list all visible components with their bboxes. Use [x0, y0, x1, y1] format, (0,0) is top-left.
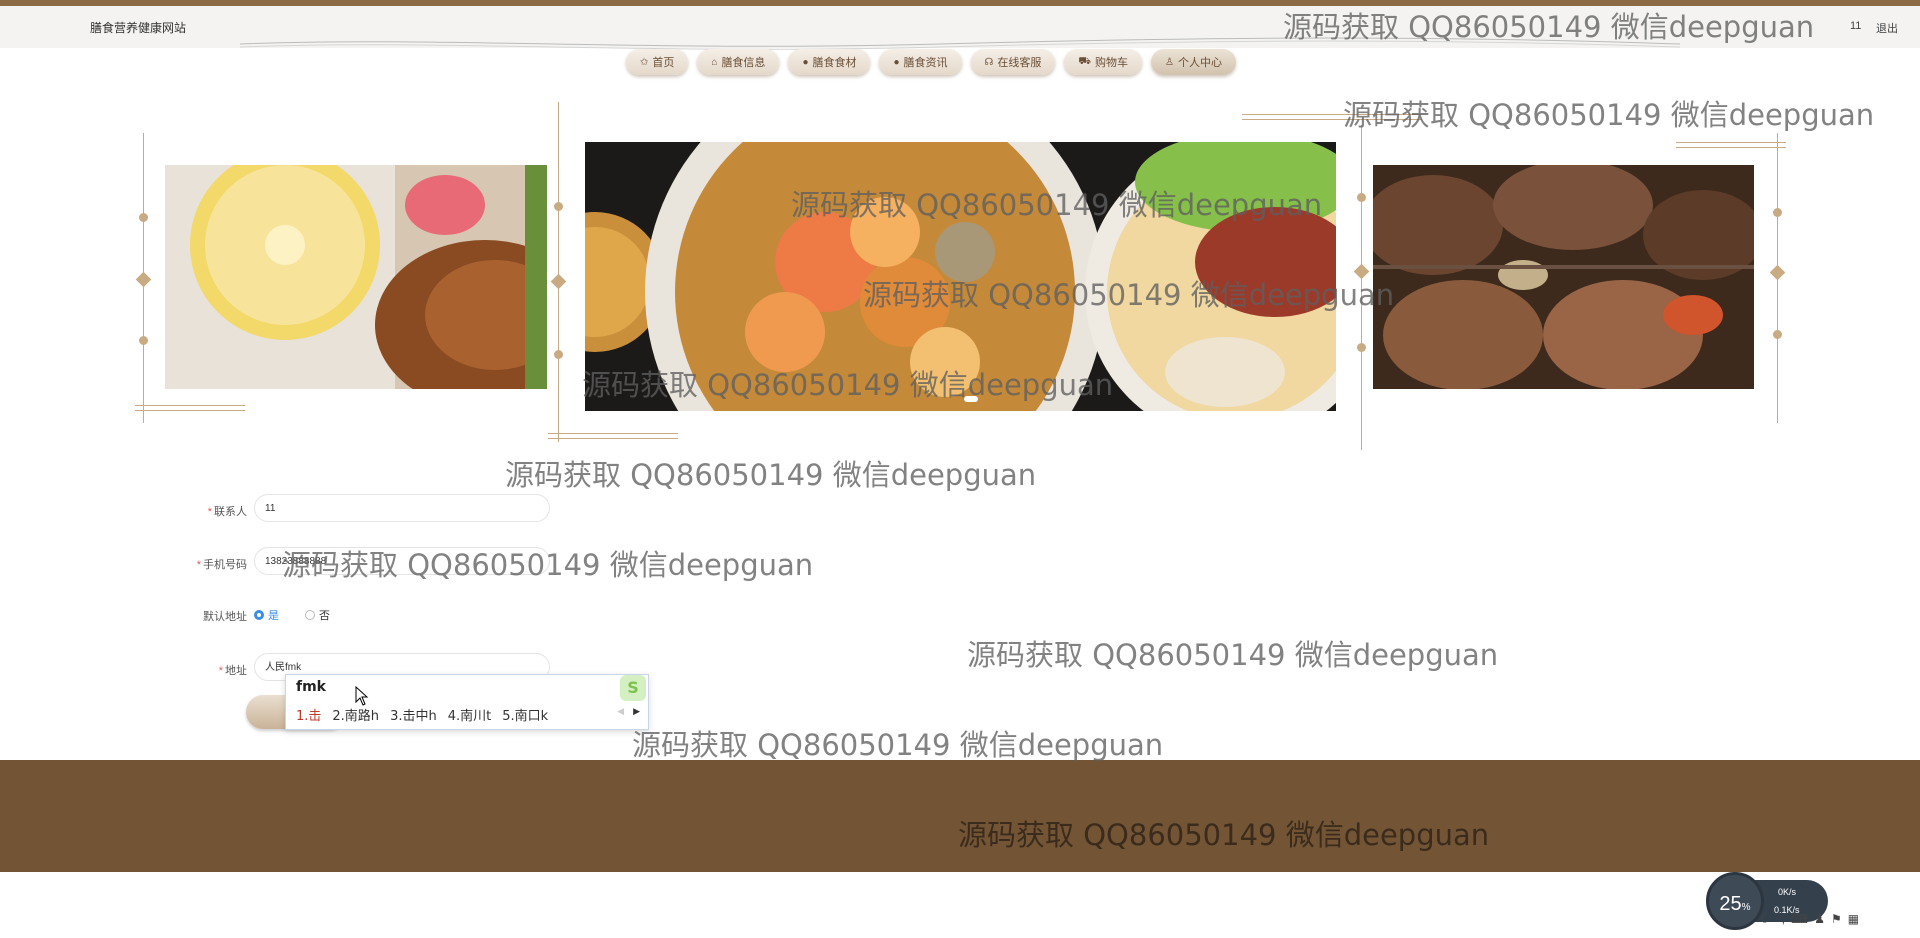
- contact-input[interactable]: 11: [254, 494, 550, 522]
- watermark: 源码获取 QQ86050149 微信deepguan: [863, 278, 1395, 312]
- frame-dot: [554, 202, 563, 211]
- ime-prev-page-icon[interactable]: ◀: [617, 707, 624, 717]
- radio-unchecked-icon: [305, 610, 315, 620]
- banner-image-left[interactable]: [165, 165, 547, 389]
- frame-dot: [1357, 343, 1366, 352]
- frame-diamond: [550, 273, 567, 290]
- text-cursor-icon: [355, 686, 369, 706]
- nav-diet-info[interactable]: ⌂ 膳食信息: [697, 49, 780, 75]
- nav-service[interactable]: ☊ 在线客服: [970, 49, 1056, 75]
- frame-dot: [139, 213, 148, 222]
- watermark: 源码获取 QQ86050149 微信deepguan: [282, 548, 814, 582]
- question-icon: ●: [893, 56, 900, 68]
- nav-cart[interactable]: ⛟ 购物车: [1064, 49, 1143, 75]
- ime-candidate-window: fmk S 1.击 2.南路h 3.击中h 4.南川t 5.南口k ◀ ▶: [285, 674, 649, 730]
- frame-dot: [139, 336, 148, 345]
- frame-line: [135, 405, 245, 406]
- contact-label: * 联系人: [207, 506, 247, 518]
- default-address-label: 默认地址: [203, 611, 247, 623]
- nav-label: 膳食资讯: [903, 57, 948, 69]
- nav-label: 膳食食材: [812, 57, 857, 69]
- watermark: 源码获取 QQ86050149 微信deepguan: [582, 368, 1114, 402]
- radio-checked-icon: [254, 610, 264, 620]
- logout-link[interactable]: 退出: [1876, 20, 1898, 36]
- watermark: 源码获取 QQ86050149 微信deepguan: [1343, 98, 1875, 132]
- nav-label: 个人中心: [1177, 57, 1222, 69]
- watermark: 源码获取 QQ86050149 微信deepguan: [967, 638, 1499, 672]
- ime-candidate[interactable]: 5.南口k: [502, 705, 548, 724]
- frame-line: [548, 438, 678, 439]
- frame-line: [135, 410, 245, 411]
- frame-dot: [554, 350, 563, 359]
- nav-label: 购物车: [1095, 57, 1129, 69]
- watermark: 源码获取 QQ86050149 微信deepguan: [1283, 10, 1815, 44]
- nav-label: 在线客服: [997, 57, 1042, 69]
- banner-image-right[interactable]: [1373, 165, 1754, 389]
- user-icon[interactable]: ♟: [1814, 912, 1825, 926]
- ime-candidates: 1.击 2.南路h 3.击中h 4.南川t 5.南口k: [296, 705, 548, 724]
- headset-icon: ☊: [984, 56, 994, 68]
- frame-line: [1676, 147, 1786, 148]
- cart-icon: ⛟: [1078, 55, 1092, 67]
- default-address-no-radio[interactable]: 否: [305, 607, 330, 623]
- nav-label: 首页: [652, 57, 675, 69]
- frame-line: [558, 102, 559, 442]
- lock-icon: ⌂: [711, 56, 718, 68]
- info-icon: ●: [802, 56, 809, 68]
- home-icon: ✩: [640, 56, 649, 68]
- phone-label: * 手机号码: [196, 559, 247, 571]
- ime-candidate[interactable]: 2.南路h: [332, 705, 379, 724]
- keyboard-icon[interactable]: ⌨: [1791, 912, 1808, 926]
- moon-icon[interactable]: ☾: [1760, 912, 1771, 926]
- frame-diamond: [135, 271, 152, 288]
- address-label: * 地址: [218, 665, 247, 677]
- nav-home[interactable]: ✩ 首页: [626, 49, 689, 75]
- system-tray: ☾ °, ⌨ ♟ ⚑ ▦: [1760, 912, 1859, 926]
- dots-icon[interactable]: °,: [1777, 912, 1785, 926]
- frame-diamond: [1769, 264, 1786, 281]
- ime-candidate[interactable]: 3.击中h: [390, 705, 437, 724]
- frame-dot: [1773, 330, 1782, 339]
- ime-next-page-icon[interactable]: ▶: [633, 707, 640, 717]
- main-nav: ✩ 首页 ⌂ 膳食信息 ● 膳食食材 ● 膳食资讯 ☊ 在线客服 ⛟ 购物车 ♙ 个人中心: [626, 49, 1236, 75]
- frame-line: [548, 433, 678, 434]
- watermark: 源码获取 QQ86050149 微信deepguan: [958, 818, 1490, 852]
- watermark: 源码获取 QQ86050149 微信deepguan: [632, 728, 1164, 762]
- default-address-yes-radio[interactable]: 是: [254, 607, 279, 623]
- upload-speed: 0K/s: [1778, 887, 1797, 897]
- nav-label: 膳食信息: [721, 57, 766, 69]
- user-name[interactable]: 11: [1850, 20, 1861, 32]
- frame-dot: [1773, 208, 1782, 217]
- site-title: 膳食营养健康网站: [90, 21, 187, 35]
- grid-icon[interactable]: ▦: [1848, 912, 1859, 926]
- frame-dot: [1357, 193, 1366, 202]
- watermark: 源码获取 QQ86050149 微信deepguan: [791, 188, 1323, 222]
- ime-candidate[interactable]: 4.南川t: [448, 705, 492, 724]
- ime-candidate[interactable]: 1.击: [296, 705, 321, 724]
- shirt-icon[interactable]: ⚑: [1831, 912, 1842, 926]
- sogou-logo-icon: S: [620, 675, 646, 701]
- nav-personal-center[interactable]: ♙ 个人中心: [1151, 49, 1236, 75]
- person-icon: ♙: [1165, 56, 1174, 68]
- ime-composition: fmk: [296, 679, 326, 695]
- cpu-usage-indicator: 25%: [1706, 872, 1764, 930]
- watermark: 源码获取 QQ86050149 微信deepguan: [505, 458, 1037, 492]
- nav-ingredients[interactable]: ● 膳食食材: [788, 49, 871, 75]
- nav-news[interactable]: ● 膳食资讯: [879, 49, 962, 75]
- frame-line: [1676, 142, 1786, 143]
